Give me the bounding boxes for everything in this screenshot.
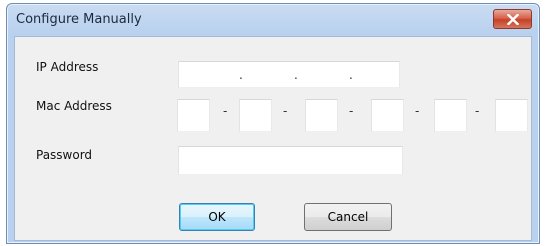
mac-separator: - [283, 104, 288, 118]
mac-octet-1-input[interactable] [177, 99, 210, 132]
close-button[interactable] [493, 9, 532, 29]
cancel-button[interactable]: Cancel [304, 203, 392, 231]
close-icon [506, 13, 519, 25]
ip-address-field[interactable]: . . . [178, 61, 400, 88]
dialog-body: IP Address . . . Mac Address - - - - - P… [14, 36, 532, 241]
mac-octet-3-input[interactable] [305, 99, 338, 132]
configure-manually-dialog: Configure Manually IP Address . . . Mac … [6, 3, 540, 244]
ip-separator: . [294, 68, 298, 82]
ip-address-label: IP Address [36, 60, 99, 74]
ok-button[interactable]: OK [179, 203, 255, 231]
mac-separator: - [475, 104, 480, 118]
mac-separator: - [415, 104, 420, 118]
mac-octet-4-input[interactable] [371, 99, 404, 132]
ip-separator: . [349, 68, 353, 82]
mac-octet-6-input[interactable] [495, 99, 528, 132]
mac-separator: - [349, 104, 354, 118]
mac-octet-5-input[interactable] [434, 99, 467, 132]
title-bar[interactable]: Configure Manually [7, 4, 539, 38]
password-label: Password [36, 148, 93, 162]
mac-octet-2-input[interactable] [239, 99, 272, 132]
password-field[interactable] [178, 146, 403, 175]
ip-separator: . [239, 68, 243, 82]
mac-address-label: Mac Address [36, 99, 112, 113]
mac-separator: - [223, 104, 228, 118]
dialog-title: Configure Manually [16, 12, 142, 27]
